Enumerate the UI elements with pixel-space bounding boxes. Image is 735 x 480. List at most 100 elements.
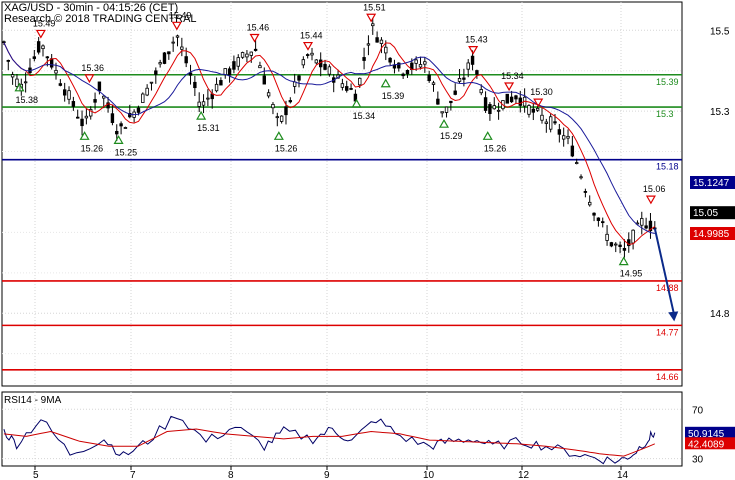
candle-body: [340, 83, 345, 88]
candle-body: [145, 87, 149, 96]
y-tick-label: 15.5: [710, 26, 730, 37]
candle-body: [76, 116, 80, 119]
candle-body: [505, 93, 509, 104]
candle-body: [488, 104, 492, 114]
candle-body: [605, 233, 609, 241]
swing-high-label: 15.46: [247, 22, 270, 32]
candle-body: [245, 53, 249, 58]
x-tick-label: 12: [518, 470, 530, 480]
swing-low-label: 15.25: [115, 147, 138, 157]
candle-body: [240, 52, 245, 58]
candle-body: [184, 56, 188, 64]
candle-body: [249, 51, 253, 56]
candle-body: [162, 52, 167, 64]
candle-body: [345, 86, 349, 91]
swing-low-label: 14.95: [620, 269, 643, 279]
candle-body: [401, 73, 405, 77]
candle-body: [67, 90, 71, 100]
level-label: 14.66: [656, 372, 679, 382]
level-label: 15.3: [656, 109, 674, 119]
candle-body: [97, 81, 102, 92]
y-tick-label: 14.8: [710, 309, 730, 320]
x-tick-label: 9: [324, 470, 330, 480]
candle-body: [640, 218, 644, 226]
candle-body: [32, 56, 37, 59]
candle-body: [358, 77, 362, 86]
swing-high-label: 15.06: [643, 184, 666, 194]
candle-body: [548, 116, 553, 130]
candle-body: [496, 109, 501, 112]
candle-body: [349, 88, 353, 90]
candle-body: [514, 95, 518, 100]
candle-body: [227, 68, 232, 76]
candle-body: [102, 95, 106, 99]
candle-body: [462, 77, 466, 80]
candle-body: [466, 62, 470, 70]
x-tick-label: 7: [130, 470, 136, 480]
candle-body: [6, 59, 10, 62]
candle-body: [427, 74, 431, 82]
candle-body: [188, 72, 193, 76]
candle-body: [49, 58, 54, 68]
candle-body: [470, 55, 475, 65]
chart-subtitle: Research © 2018 TRADING CENTRAL: [4, 13, 197, 25]
candle-body: [301, 59, 306, 66]
candle-body: [54, 69, 58, 74]
rsi-tick-label: 30: [692, 455, 704, 466]
candle-body: [557, 129, 562, 135]
candle-body: [279, 115, 284, 122]
candle-body: [453, 90, 457, 95]
candle-body: [23, 81, 28, 84]
candle-body: [475, 70, 479, 75]
candle-body: [371, 23, 375, 27]
swing-high-label: 15.30: [530, 87, 553, 97]
candle-body: [379, 39, 384, 44]
candle-body: [262, 75, 266, 85]
rsi-price-box-label: 42.4089: [688, 439, 725, 450]
candle-body: [214, 83, 219, 92]
candle-body: [310, 52, 314, 56]
candle-body: [618, 244, 622, 247]
candle-body: [223, 68, 227, 76]
candle-body: [574, 162, 579, 164]
candle-body: [175, 35, 180, 38]
candle-body: [601, 221, 605, 224]
candle-body: [566, 135, 570, 139]
candle-body: [509, 96, 514, 103]
candle-body: [388, 57, 392, 63]
candle-body: [553, 121, 557, 124]
x-tick-label: 10: [423, 470, 435, 480]
candle-body: [583, 191, 588, 193]
candle-body: [288, 100, 293, 103]
candle-body: [492, 105, 496, 110]
candle-body: [440, 111, 444, 114]
candle-body: [444, 106, 449, 113]
candle-body: [115, 130, 119, 135]
candle-body: [644, 225, 648, 229]
candle-body: [93, 99, 97, 103]
level-label: 15.39: [656, 77, 679, 87]
swing-high-label: 15.43: [465, 35, 488, 45]
candle-body: [171, 41, 175, 44]
rsi-title: RSI14 - 9MA: [4, 395, 62, 406]
candle-body: [314, 59, 319, 64]
candle-body: [418, 64, 423, 68]
candle-body: [180, 46, 184, 50]
swing-high-label: 15.44: [300, 31, 323, 41]
candle-body: [622, 247, 627, 251]
candle-body: [527, 105, 531, 115]
candle-body: [10, 74, 15, 78]
candle-body: [206, 97, 210, 100]
candle-body: [154, 70, 158, 75]
price-box-label: 15.1247: [693, 178, 730, 189]
candle-body: [414, 59, 418, 64]
candle-body: [436, 98, 440, 105]
candle-body: [535, 107, 540, 111]
candle-body: [58, 83, 63, 86]
candle-body: [284, 106, 288, 116]
candle-body: [258, 65, 262, 69]
candle-body: [232, 61, 236, 70]
candle-body: [123, 127, 128, 129]
candle-body: [62, 89, 67, 96]
candle-body: [253, 48, 258, 51]
